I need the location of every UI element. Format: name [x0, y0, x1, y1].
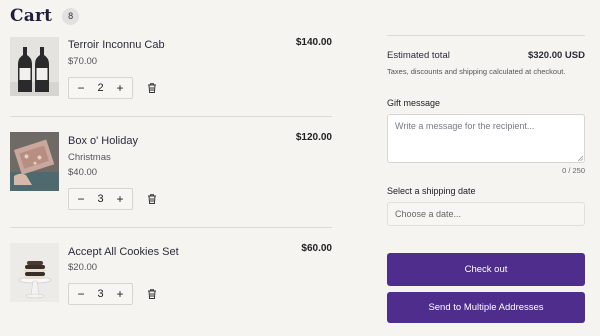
item-unit-price: $20.00 — [68, 262, 98, 273]
increase-quantity-button[interactable]: + — [114, 288, 126, 300]
page-title: Cart — [10, 6, 53, 26]
item-line-total: $60.00 — [301, 243, 332, 254]
gift-message-label: Gift message — [387, 98, 441, 108]
trash-icon[interactable] — [146, 82, 158, 94]
trash-icon[interactable] — [146, 288, 158, 300]
item-unit-price: $40.00 — [68, 167, 98, 178]
item-divider — [10, 227, 332, 228]
character-counter: 0 / 250 — [562, 166, 585, 175]
item-unit-price: $70.00 — [68, 56, 98, 67]
product-image-gift-box[interactable] — [10, 132, 59, 191]
increase-quantity-button[interactable]: + — [114, 193, 126, 205]
shipping-date-label: Select a shipping date — [387, 186, 476, 196]
decrease-quantity-button[interactable]: − — [75, 82, 87, 94]
quantity-value[interactable]: 3 — [97, 288, 103, 300]
quantity-value[interactable]: 2 — [97, 82, 103, 94]
cart-header: Cart 8 — [10, 6, 80, 26]
quantity-stepper[interactable]: − 3 + — [68, 283, 133, 305]
item-name[interactable]: Terroir Inconnu Cab — [68, 39, 165, 51]
item-variant: Christmas — [68, 152, 111, 163]
cart-item: Terroir Inconnu Cab $70.00 $140.00 − 2 + — [10, 37, 332, 115]
item-name[interactable]: Accept All Cookies Set — [68, 246, 179, 258]
gift-message-field[interactable] — [387, 114, 585, 163]
decrease-quantity-button[interactable]: − — [75, 193, 87, 205]
trash-icon[interactable] — [146, 193, 158, 205]
resize-handle-icon[interactable] — [577, 155, 583, 161]
item-line-total: $140.00 — [295, 37, 332, 48]
cart-item: Accept All Cookies Set $20.00 $60.00 − 3… — [10, 243, 332, 307]
cart-item: Box o' Holiday Christmas $40.00 $120.00 … — [10, 132, 332, 222]
estimated-total-label: Estimated total — [387, 50, 450, 61]
product-image-cookie-stand[interactable] — [10, 243, 59, 302]
item-line-total: $120.00 — [295, 132, 332, 143]
increase-quantity-button[interactable]: + — [114, 82, 126, 94]
estimated-total-value: $320.00 USD — [527, 50, 585, 61]
cart-count-badge: 8 — [62, 7, 80, 25]
tax-note: Taxes, discounts and shipping calculated… — [387, 67, 566, 76]
send-multiple-addresses-button[interactable]: Send to Multiple Addresses — [387, 292, 585, 323]
quantity-stepper[interactable]: − 3 + — [68, 188, 133, 210]
estimated-total-row: Estimated total $320.00 USD — [387, 50, 585, 61]
product-image-wine-bottles[interactable] — [10, 37, 59, 96]
item-name[interactable]: Box o' Holiday — [68, 135, 138, 147]
decrease-quantity-button[interactable]: − — [75, 288, 87, 300]
quantity-stepper[interactable]: − 2 + — [68, 77, 133, 99]
item-divider — [10, 116, 332, 117]
checkout-button[interactable]: Check out — [387, 253, 585, 286]
summary-divider — [387, 35, 585, 36]
shipping-date-input[interactable] — [387, 202, 585, 226]
quantity-value[interactable]: 3 — [97, 193, 103, 205]
